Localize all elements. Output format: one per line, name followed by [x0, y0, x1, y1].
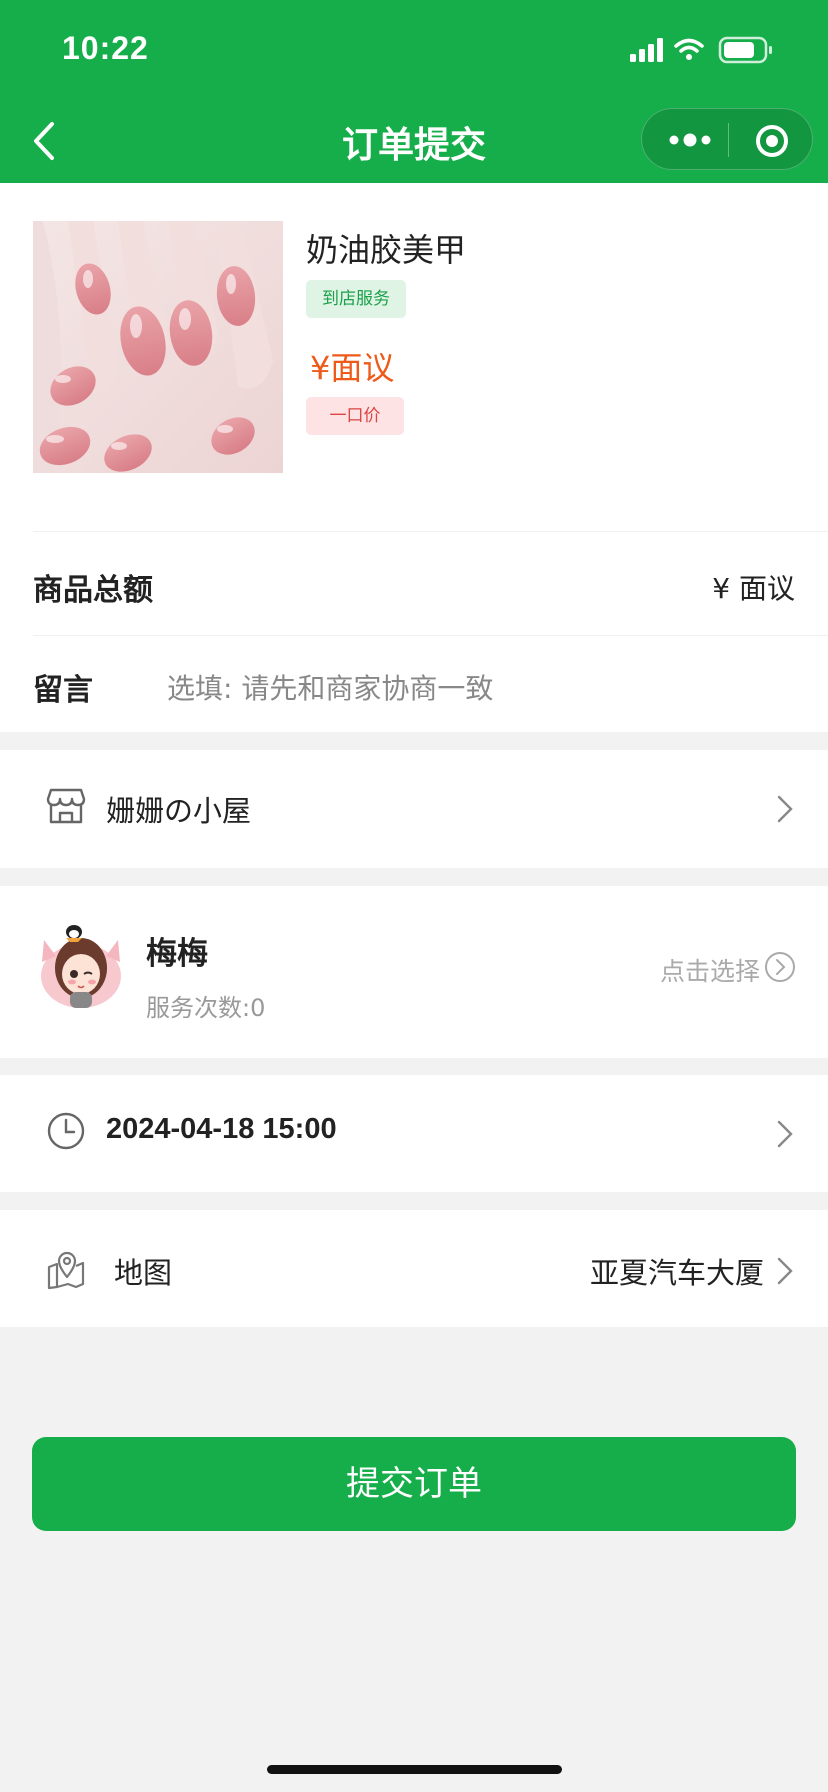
chevron-right-icon	[777, 1120, 793, 1148]
select-staff-link[interactable]: 点击选择	[660, 952, 760, 988]
chevron-right-icon	[777, 795, 793, 823]
total-label: 商品总额	[33, 573, 153, 608]
product-name: 奶油胶美甲	[306, 231, 467, 269]
order-summary-card: 奶油胶美甲 到店服务 ¥面议 一口价 商品总额 ¥ 面议 留言 选填: 请先和商…	[0, 183, 828, 732]
clock-icon	[47, 1112, 85, 1150]
appointment-time-row[interactable]: 2024-04-18 15:00	[0, 1075, 828, 1192]
status-time: 10:22	[62, 30, 149, 66]
location-row[interactable]: 地图 亚夏汽车大厦	[0, 1210, 828, 1327]
miniprogram-capsule	[641, 108, 813, 170]
store-icon	[46, 788, 86, 824]
status-icons	[630, 36, 772, 64]
chevron-right-icon	[777, 1257, 793, 1285]
staff-avatar	[41, 925, 121, 1008]
signal-icon	[630, 38, 663, 62]
location-label: 地图	[114, 1256, 173, 1290]
wifi-icon	[674, 38, 704, 60]
capsule-divider	[728, 123, 729, 157]
submit-order-button[interactable]: 提交订单	[32, 1437, 796, 1531]
price-type-badge: 一口价	[306, 397, 404, 435]
total-value: ¥ 面议	[712, 572, 795, 605]
message-input[interactable]: 选填: 请先和商家协商一致	[167, 667, 493, 707]
close-miniprogram-icon[interactable]	[752, 121, 792, 161]
appointment-datetime: 2024-04-18 15:00	[106, 1113, 337, 1145]
service-type-badge: 到店服务	[306, 280, 406, 318]
map-pin-icon	[47, 1251, 85, 1290]
divider	[33, 635, 828, 636]
battery-icon	[718, 36, 772, 64]
divider	[33, 531, 828, 532]
chevron-circle-icon[interactable]	[764, 951, 796, 983]
staff-name: 梅梅	[146, 936, 208, 972]
staff-service-count: 服务次数:0	[146, 994, 266, 1022]
message-label: 留言	[33, 673, 93, 708]
staff-row[interactable]: 梅梅 服务次数:0 点击选择	[0, 886, 828, 1058]
home-indicator	[267, 1765, 562, 1774]
shop-row[interactable]: 姗姗の小屋	[0, 750, 828, 868]
shop-name: 姗姗の小屋	[106, 794, 252, 828]
top-bar: 10:22 订单提交	[0, 0, 828, 183]
more-dots-icon[interactable]	[668, 125, 712, 155]
product-price: ¥面议	[310, 349, 395, 387]
location-address: 亚夏汽车大厦	[589, 1256, 764, 1290]
product-image	[33, 221, 283, 473]
